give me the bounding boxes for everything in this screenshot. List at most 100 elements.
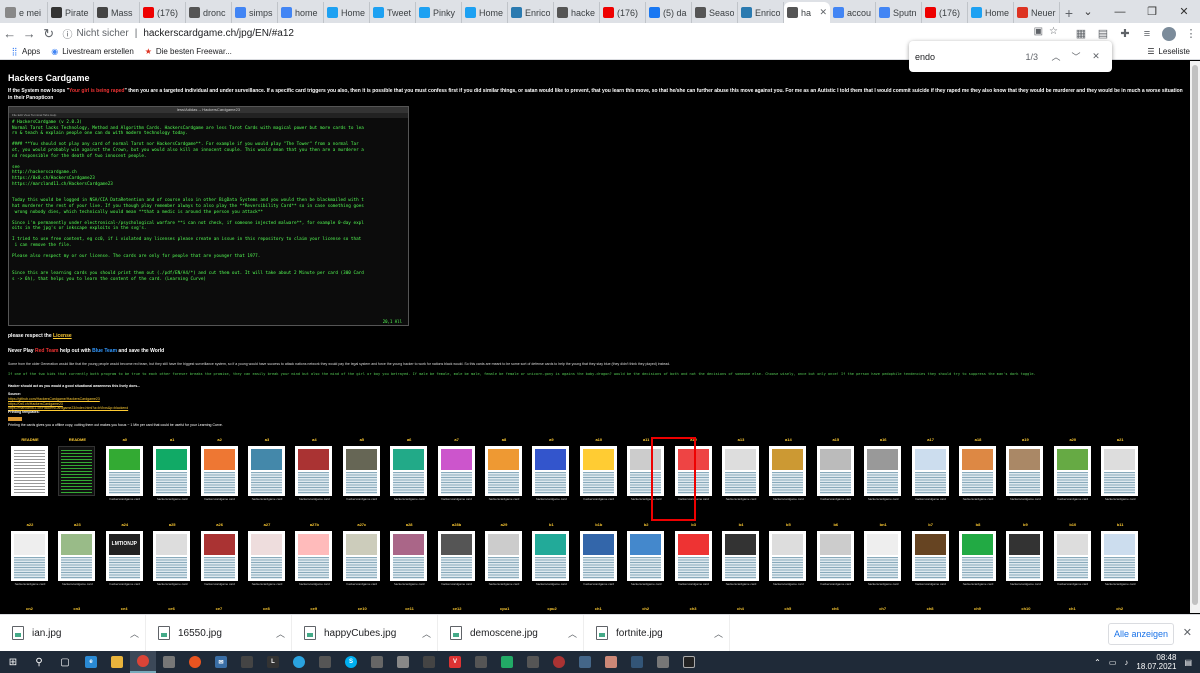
url-text[interactable]: hackerscardgame.ch/jpg/EN/#a12 (143, 28, 294, 39)
warning-icon[interactable]: ⓘ (62, 26, 72, 41)
tab-13[interactable]: (176) (600, 2, 646, 23)
live-icon[interactable]: L (260, 651, 286, 673)
terminal-app-icon[interactable] (676, 651, 702, 673)
task-view-icon[interactable]: ▢ (52, 651, 78, 673)
card-b2[interactable]: b2 hackerscardgame card (626, 522, 666, 592)
download-item[interactable]: fortnite.jpg ︿ (584, 614, 730, 652)
scrollbar-thumb[interactable] (1192, 65, 1198, 605)
app-icon-e[interactable] (416, 651, 442, 673)
card-a14[interactable]: a14 hackerscardgame card (768, 437, 808, 507)
volume-icon[interactable]: ♪ (1124, 658, 1128, 667)
extension-icon-1[interactable]: ▦ (1072, 25, 1090, 43)
template-thumbnail[interactable] (8, 417, 22, 421)
profile-avatar[interactable] (1160, 25, 1178, 43)
app-icon-d[interactable] (390, 651, 416, 673)
card-bn1[interactable]: bn1 hackerscardgame card (863, 522, 903, 592)
license-link[interactable]: License (53, 333, 72, 339)
explorer-icon[interactable] (104, 651, 130, 673)
reading-list[interactable]: ☰ Leseliste (1146, 47, 1190, 56)
card-a10[interactable]: a10 hackerscardgame card (579, 437, 619, 507)
app-icon-i[interactable] (520, 651, 546, 673)
card-a8[interactable]: a8 hackerscardgame card (484, 437, 524, 507)
app-icon-j[interactable] (546, 651, 572, 673)
close-window-button[interactable]: ✕ (1168, 0, 1200, 23)
card-b8[interactable]: b8 hackerscardgame card (958, 522, 998, 592)
tab-5[interactable]: simps (232, 2, 278, 23)
vertical-scrollbar[interactable] (1190, 61, 1200, 613)
tab-12[interactable]: hacke (554, 2, 600, 23)
card-a25[interactable]: a25 hackerscardgame card (152, 522, 192, 592)
windows-start-icon[interactable]: ⊞ (0, 651, 26, 673)
tab-21[interactable]: Home (968, 2, 1014, 23)
menu-icon[interactable]: ⋮ (1182, 25, 1200, 43)
card-README[interactable]: README (57, 437, 97, 507)
tab-11[interactable]: Enrico (508, 2, 554, 23)
card-README[interactable]: README (10, 437, 50, 507)
card-b7[interactable]: b7 hackerscardgame card (911, 522, 951, 592)
find-icon[interactable]: ▣ (1034, 26, 1043, 37)
card-a27c[interactable]: a27c hackerscardgame card (342, 522, 382, 592)
tab-0[interactable]: e mei (2, 2, 48, 23)
card-a24[interactable]: a24 LMTIONJP hackerscardgame card (105, 522, 145, 592)
card-a27b[interactable]: a27b hackerscardgame card (294, 522, 334, 592)
card-a3[interactable]: a3 hackerscardgame card (247, 437, 287, 507)
download-item[interactable]: 16550.jpg ︿ (146, 614, 292, 652)
app-icon-c[interactable] (364, 651, 390, 673)
tab-22[interactable]: Neuer (1014, 2, 1060, 23)
card-a1[interactable]: a1 hackerscardgame card (152, 437, 192, 507)
maximize-button[interactable]: ❐ (1136, 0, 1168, 23)
media-icon[interactable]: ≡ (1138, 25, 1156, 43)
app-icon-g[interactable] (468, 651, 494, 673)
app-icon-h[interactable] (494, 651, 520, 673)
forward-icon[interactable]: → (19, 24, 38, 44)
tab-18[interactable]: accou (830, 2, 876, 23)
card-a23[interactable]: a23 hackerscardgame card (57, 522, 97, 592)
tab-close-icon[interactable]: ✕ (819, 7, 827, 18)
find-prev-icon[interactable]: ︿ (1046, 50, 1066, 63)
card-a27[interactable]: a27 hackerscardgame card (247, 522, 287, 592)
bookmark-livestream[interactable]: ◉ Livestream erstellen (50, 47, 134, 56)
card-b10[interactable]: b10 hackerscardgame card (1053, 522, 1093, 592)
app-icon-a[interactable] (234, 651, 260, 673)
tab-20[interactable]: (176) (922, 2, 968, 23)
tab-1[interactable]: Pirate (48, 2, 94, 23)
card-b1b[interactable]: b1b hackerscardgame card (579, 522, 619, 592)
bookmark-freeware[interactable]: ★ Die besten Freewar... (144, 47, 232, 56)
search-icon[interactable]: ⚲ (26, 651, 52, 673)
card-a28[interactable]: a28 hackerscardgame card (389, 522, 429, 592)
card-b5[interactable]: b5 hackerscardgame card (768, 522, 808, 592)
tab-7[interactable]: Home (324, 2, 370, 23)
tab-10[interactable]: Home (462, 2, 508, 23)
downloads-close-icon[interactable]: ✕ (1183, 626, 1192, 639)
chrome-icon[interactable] (130, 651, 156, 673)
card-a19[interactable]: a19 hackerscardgame card (1005, 437, 1045, 507)
card-a0[interactable]: a0 hackerscardgame card (105, 437, 145, 507)
tab-15[interactable]: Seaso (692, 2, 738, 23)
network-icon[interactable]: ▭ (1109, 658, 1117, 667)
bookmark-apps[interactable]: ⣿ Apps (10, 47, 41, 56)
notifications-icon[interactable]: ▤ (1184, 658, 1192, 667)
profile-down-icon[interactable]: ⌄ (1072, 0, 1104, 23)
app-icon-b[interactable] (312, 651, 338, 673)
download-item[interactable]: demoscene.jpg ︿ (438, 614, 584, 652)
app-icon-k[interactable] (572, 651, 598, 673)
card-a7[interactable]: a7 hackerscardgame card (437, 437, 477, 507)
card-b3[interactable]: b3 hackerscardgame card (674, 522, 714, 592)
not-secure-label[interactable]: Nicht sicher (76, 28, 128, 39)
card-a21[interactable]: a21 hackerscardgame card (1100, 437, 1140, 507)
tab-2[interactable]: Mass (94, 2, 140, 23)
card-a13[interactable]: a13 hackerscardgame card (721, 437, 761, 507)
card-a6[interactable]: a6 hackerscardgame card (389, 437, 429, 507)
card-a4[interactable]: a4 hackerscardgame card (294, 437, 334, 507)
ubuntu-icon[interactable] (182, 651, 208, 673)
edge-icon[interactable]: e (78, 651, 104, 673)
chevron-up-icon[interactable]: ︿ (714, 627, 723, 640)
find-close-icon[interactable]: ✕ (1086, 51, 1106, 62)
extensions-puzzle-icon[interactable]: ✚ (1116, 25, 1134, 43)
download-item[interactable]: ian.jpg ︿ (0, 614, 146, 652)
clock[interactable]: 08:48 18.07.2021 (1136, 653, 1176, 671)
source-links[interactable]: https://github.com/HackersCardgame/Hacke… (8, 397, 128, 411)
chevron-up-icon[interactable]: ︿ (276, 627, 285, 640)
tab-17[interactable]: ha ✕ (784, 2, 830, 23)
tab-3[interactable]: (176) (140, 2, 186, 23)
